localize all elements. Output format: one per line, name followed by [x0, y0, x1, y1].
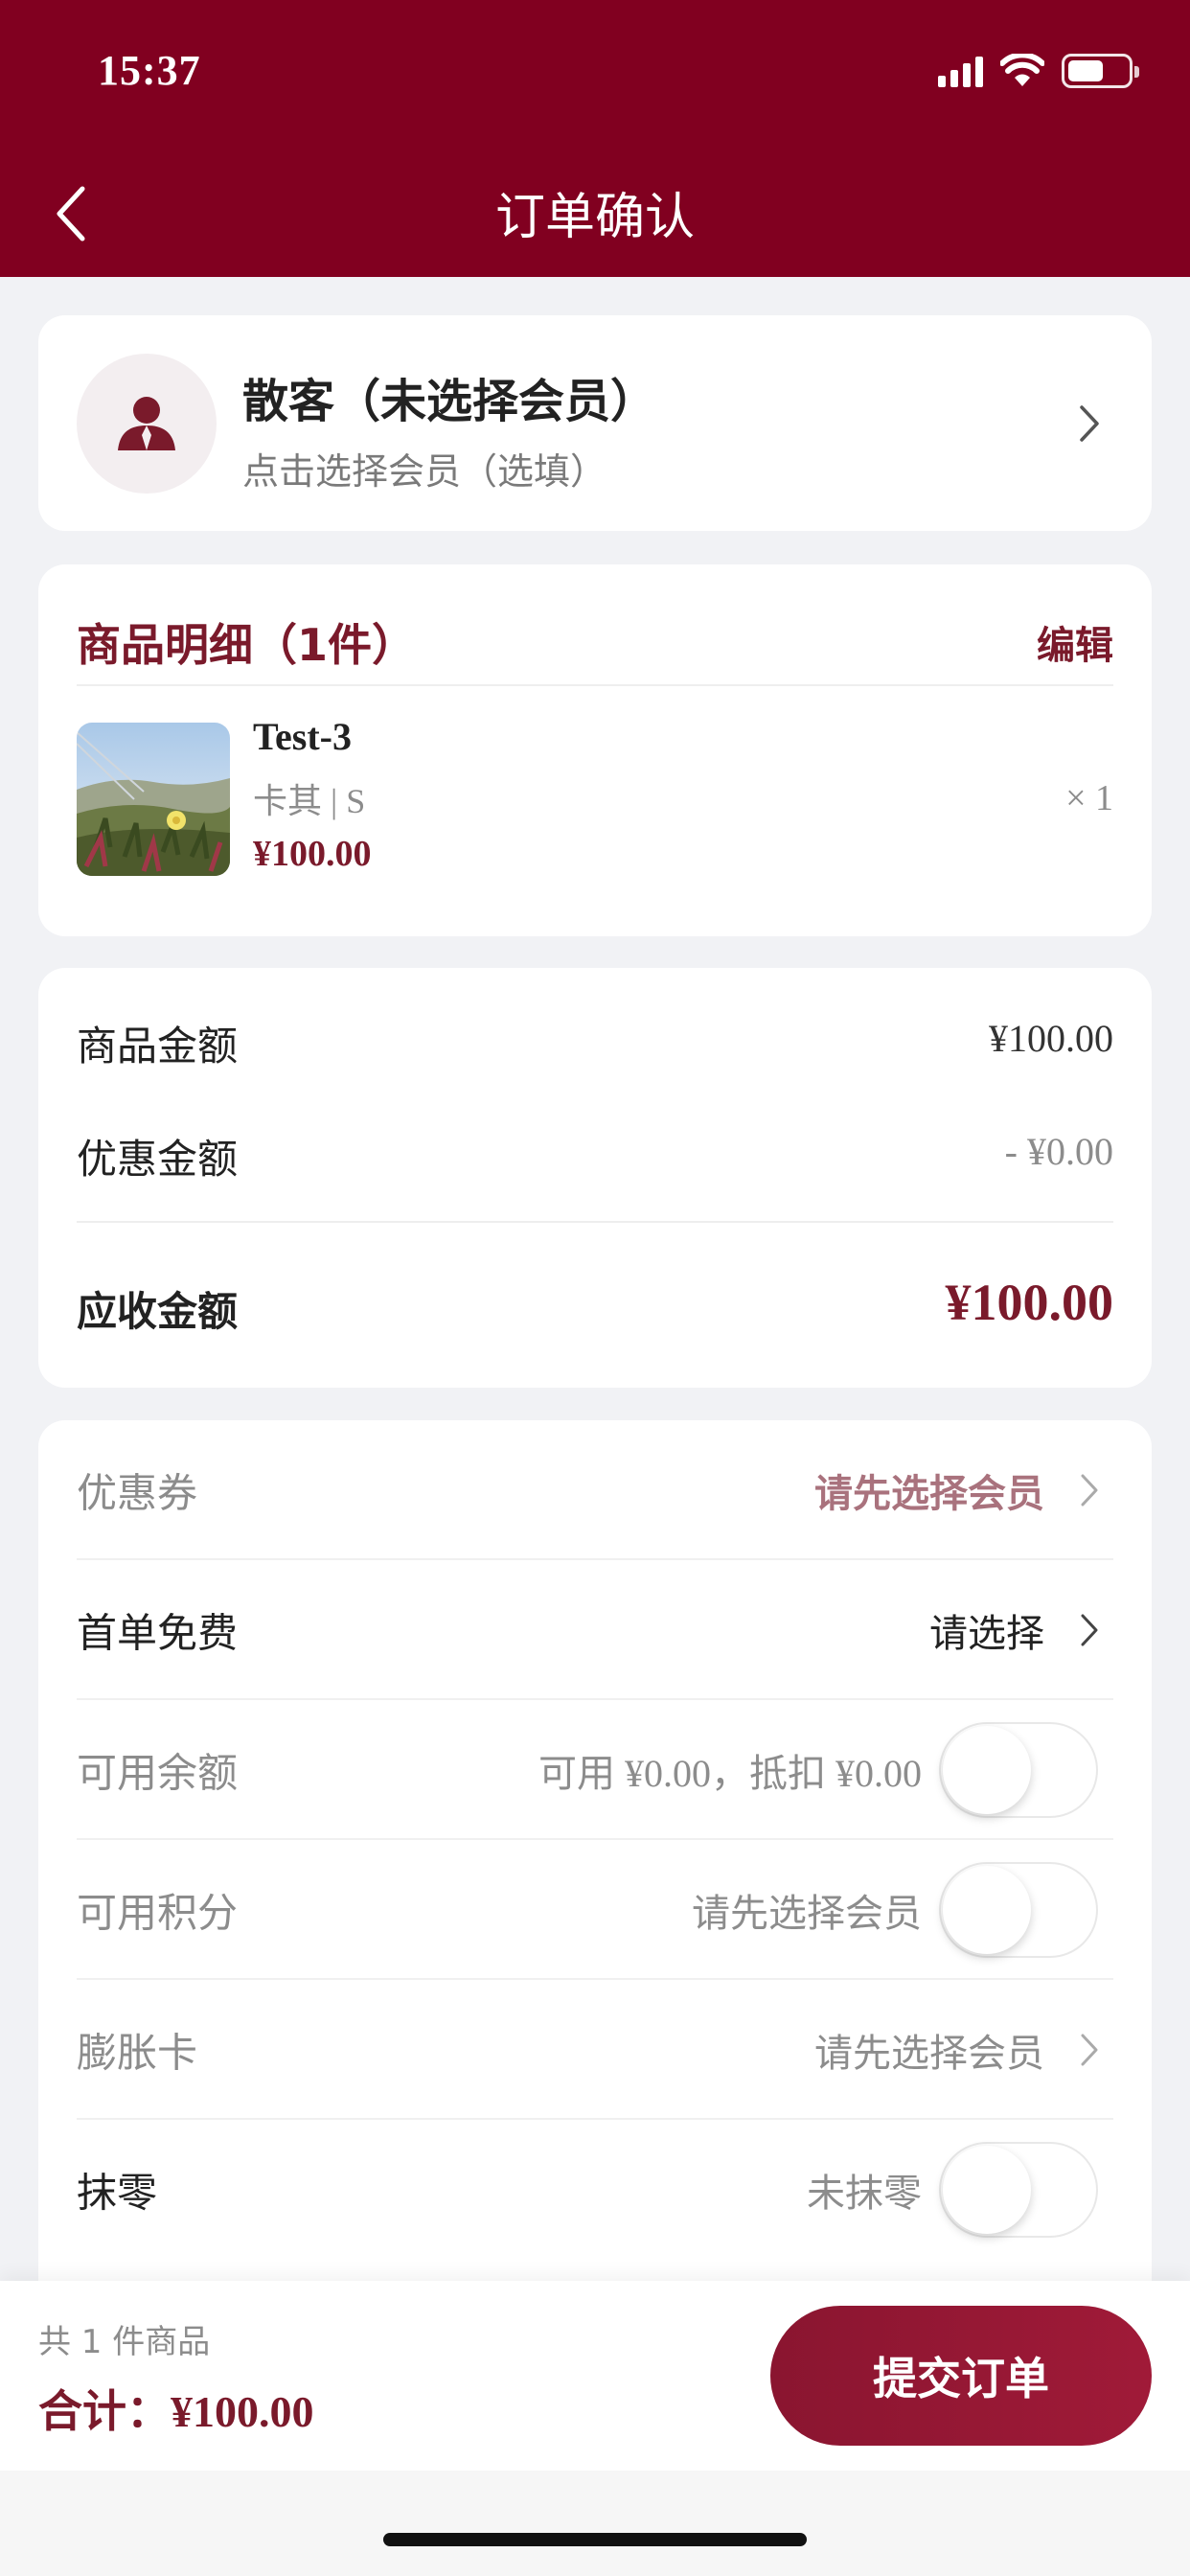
page-title: 订单确认 [494, 189, 695, 246]
goods-amount-label: 商品金额 [77, 1023, 239, 1070]
user-icon [118, 397, 175, 450]
goods-detail-card: 商品明细（1件） 编辑 Test-3 卡其 | S ¥100.00 × 1 [38, 564, 1152, 936]
coupon-row[interactable]: 优惠券 请先选择会员 [77, 1420, 1113, 1560]
status-time: 15:37 [98, 47, 201, 94]
amount-summary-card: 商品金额 ¥100.00 优惠金额 - ¥0.00 应收金额 ¥100.00 [38, 968, 1152, 1388]
item-count: 共 1 件商品 [38, 2323, 211, 2361]
product-spec: 卡其 | S [253, 782, 366, 820]
balance-value: 可用 ¥0.00，抵扣 ¥0.00 [538, 1752, 922, 1795]
avatar [77, 354, 217, 494]
coupon-label: 优惠券 [77, 1469, 198, 1517]
points-label: 可用积分 [77, 1889, 239, 1937]
discount-amount-label: 优惠金额 [77, 1136, 239, 1183]
home-indicator-area [0, 2471, 1190, 2576]
balance-label: 可用余额 [77, 1749, 239, 1797]
first-order-free-label: 首单免费 [77, 1609, 239, 1657]
goods-amount-value: ¥100.00 [989, 1017, 1113, 1060]
payment-options-card: 优惠券 请先选择会员 首单免费 请选择 可用余额 可用 ¥0.00，抵扣 ¥0.… [38, 1420, 1152, 2302]
expansion-card-row[interactable]: 膨胀卡 请先选择会员 [77, 1980, 1113, 2120]
first-order-free-value: 请选择 [929, 1612, 1044, 1656]
goods-section-title: 商品明细（1件） [77, 619, 417, 671]
total-label: 合计： [38, 2385, 171, 2437]
header: 15:37 订单确认 [0, 0, 1190, 277]
expansion-card-value: 请先选择会员 [814, 2032, 1044, 2076]
points-toggle[interactable] [939, 1862, 1098, 1958]
status-icons [938, 54, 1139, 88]
total-value: ¥100.00 [171, 2387, 314, 2436]
first-order-free-row[interactable]: 首单免费 请选择 [77, 1560, 1113, 1700]
member-select-card[interactable]: 散客（未选择会员） 点击选择会员（选填） [38, 315, 1152, 531]
submit-order-button[interactable]: 提交订单 [770, 2306, 1152, 2446]
receivable-amount-value: ¥100.00 [945, 1274, 1114, 1331]
divider [77, 1221, 1113, 1223]
balance-toggle[interactable] [939, 1722, 1098, 1818]
product-quantity: × 1 [1065, 778, 1113, 818]
points-row: 可用积分 请先选择会员 [77, 1840, 1113, 1980]
receivable-amount-label: 应收金额 [77, 1288, 239, 1335]
coupon-value: 请先选择会员 [814, 1472, 1044, 1516]
product-price: ¥100.00 [253, 834, 372, 874]
wifi-icon [1000, 54, 1044, 86]
chevron-right-icon [1075, 1471, 1104, 1509]
member-hint: 点击选择会员（选填） [242, 450, 607, 493]
product-name: Test-3 [253, 715, 352, 758]
edit-goods-button[interactable]: 编辑 [1037, 614, 1113, 670]
round-off-toggle[interactable] [939, 2142, 1098, 2238]
member-name: 散客（未选择会员） [242, 375, 657, 428]
round-off-label: 抹零 [77, 2169, 158, 2217]
chevron-right-icon [1075, 1611, 1104, 1649]
balance-row: 可用余额 可用 ¥0.00，抵扣 ¥0.00 [77, 1700, 1113, 1840]
cellular-signal-icon [938, 55, 983, 87]
chevron-right-icon [1075, 402, 1104, 446]
order-total: 合计：¥100.00 [38, 2377, 314, 2440]
checkout-bar: 共 1 件商品 合计：¥100.00 提交订单 [0, 2281, 1190, 2471]
chevron-right-icon [1075, 2031, 1104, 2069]
battery-icon [1062, 54, 1139, 88]
expansion-card-label: 膨胀卡 [77, 2029, 198, 2077]
product-thumbnail [77, 723, 230, 876]
discount-amount-value: - ¥0.00 [1004, 1130, 1113, 1173]
home-indicator[interactable] [383, 2533, 807, 2546]
round-off-value: 未抹零 [807, 2172, 922, 2216]
points-value: 请先选择会员 [692, 1892, 922, 1936]
divider [77, 684, 1113, 686]
round-off-row: 抹零 未抹零 [77, 2120, 1113, 2260]
